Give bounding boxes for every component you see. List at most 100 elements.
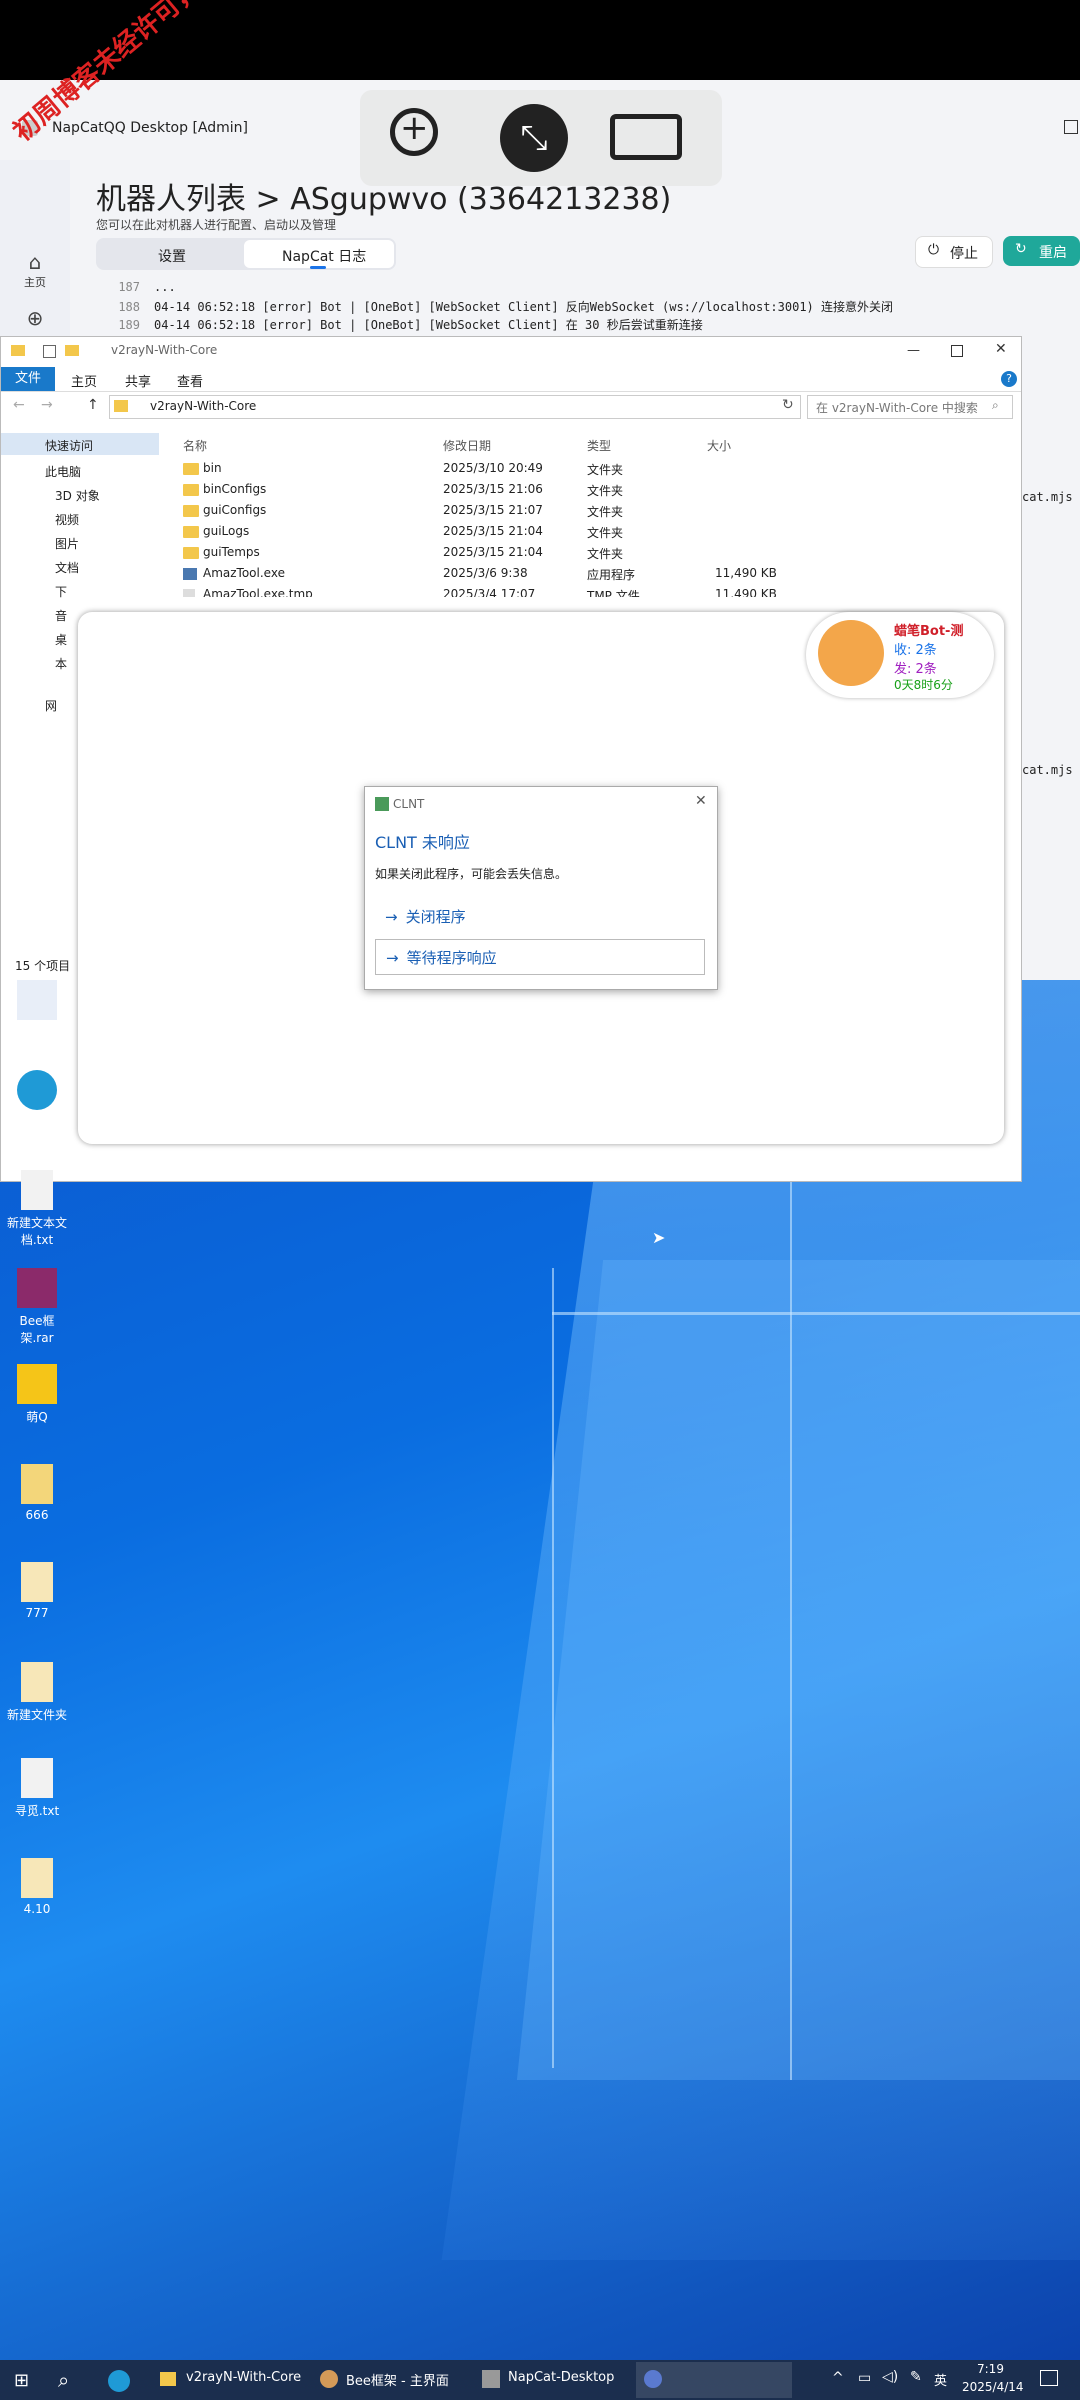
search-icon: ⌕ <box>992 398 999 412</box>
maximize-icon[interactable] <box>1064 120 1078 134</box>
minimize-icon[interactable]: — <box>907 343 920 358</box>
nav-item-3d[interactable]: 3D 对象 <box>55 487 100 504</box>
bot-send: 发: 2条 <box>894 662 937 677</box>
column-headers: 名称 修改日期 类型 大小 <box>177 433 997 457</box>
help-icon[interactable]: ? <box>1001 371 1017 387</box>
list-item[interactable]: AmazTool.exe 2025/3/6 9:38 应用程序 11,490 KB <box>177 564 797 584</box>
nav-item-quick-access[interactable]: 快速访问 <box>45 437 93 454</box>
column-date[interactable]: 修改日期 <box>443 437 491 454</box>
stop-button-label: 停止 <box>950 246 978 262</box>
list-item[interactable]: bin 2025/3/10 20:49 文件夹 <box>177 459 797 479</box>
column-type[interactable]: 类型 <box>587 437 611 454</box>
checkbox-icon[interactable] <box>43 345 56 358</box>
desktop-icon-edge[interactable]: Microsoft Edge <box>4 1070 70 1142</box>
sidebar-item-home[interactable]: ⌂ 主页 <box>10 250 60 290</box>
file-icon <box>183 589 195 597</box>
ime-indicator[interactable]: 英 <box>934 2370 947 2389</box>
taskbar-item-bee[interactable]: Bee框架 - 主界面 <box>346 2370 449 2389</box>
wait-program-button[interactable]: → 等待程序响应 <box>375 939 705 975</box>
stop-button[interactable]: ⏻ 停止 <box>915 236 993 268</box>
list-item[interactable]: AmazTool.exe.tmp 2025/3/4 17:07 TMP 文件 11,4… <box>177 585 797 597</box>
ribbon-tab-share[interactable]: 共享 <box>125 371 151 390</box>
tab-settings[interactable]: 设置 <box>158 246 186 266</box>
search-icon[interactable]: ⌕ <box>58 2368 69 2392</box>
window-grid-line <box>552 1268 554 2068</box>
nav-item-local-disk[interactable]: 本 <box>55 655 67 672</box>
desktop-icon-label: 新建文件夹 <box>6 1708 67 1722</box>
bot-avatar <box>818 620 884 686</box>
nav-item-music[interactable]: 音 <box>55 607 67 624</box>
nav-item-desktop[interactable]: 桌 <box>55 631 67 648</box>
forward-icon[interactable]: → <box>41 397 53 413</box>
power-icon: ⏻ <box>928 242 940 258</box>
up-icon[interactable]: ↑ <box>87 397 99 413</box>
refresh-icon[interactable]: ↻ <box>782 397 794 413</box>
clnt-taskbar-icon <box>644 2370 662 2388</box>
remote-connection-icon[interactable]: ⤡ <box>500 104 568 172</box>
taskbar-item-explorer[interactable]: v2rayN-With-Core <box>186 2370 301 2385</box>
address-bar[interactable]: v2rayN-With-Core ↻ <box>109 395 801 419</box>
nav-item-videos[interactable]: 视频 <box>55 511 79 528</box>
tab-log[interactable]: NapCat 日志 <box>282 246 366 266</box>
desktop-icon-text-file[interactable]: 新建文本文档.txt <box>4 1170 70 1248</box>
close-icon[interactable]: ✕ <box>995 341 1007 357</box>
napcat-taskbar-icon <box>482 2370 500 2388</box>
nav-item-downloads[interactable]: 下 <box>55 583 67 600</box>
desktop-icon-win10-tool[interactable]: Win10激活用工具 <box>4 980 70 1058</box>
add-icon[interactable]: ⊕ <box>10 306 60 330</box>
desktop-icon-666[interactable]: 666 <box>4 1464 70 1522</box>
edge-icon <box>17 1070 57 1110</box>
taskbar-item-napcat[interactable]: NapCat-Desktop <box>508 2370 614 2385</box>
network-icon[interactable]: ▭ <box>858 2370 871 2386</box>
chevron-up-icon[interactable]: ^ <box>832 2370 844 2386</box>
explorer-title: v2rayN-With-Core <box>111 343 218 357</box>
start-icon[interactable]: ⊞ <box>14 2370 29 2391</box>
clock-time[interactable]: 7:19 <box>977 2362 1004 2376</box>
search-input[interactable]: 在 v2rayN-With-Core 中搜索 ⌕ <box>807 395 1013 419</box>
desktop-icon-777[interactable]: 777 <box>4 1562 70 1620</box>
bot-status-widget[interactable]: 蜡笔Bot-测 收: 2条 发: 2条 0天8时6分 <box>806 612 994 698</box>
ribbon-tab-home[interactable]: 主页 <box>71 371 97 390</box>
volume-icon[interactable]: ◁) <box>882 2369 898 2385</box>
mengq-icon <box>17 1364 57 1404</box>
log-tail-text: cat.mjs <box>1022 763 1073 777</box>
list-item[interactable]: guiTemps 2025/3/15 21:04 文件夹 <box>177 543 797 563</box>
notification-icon[interactable] <box>1040 2370 1058 2386</box>
restart-button[interactable]: ↻ 重启 <box>1003 236 1080 266</box>
nav-item-documents[interactable]: 文档 <box>55 559 79 576</box>
column-name[interactable]: 名称 <box>183 437 207 454</box>
close-program-button[interactable]: → 关闭程序 <box>375 899 705 935</box>
list-item[interactable]: guiConfigs 2025/3/15 21:07 文件夹 <box>177 501 797 521</box>
desktop-icon-xunmi-txt[interactable]: 寻觅.txt <box>4 1758 70 1819</box>
edge-taskbar-icon[interactable] <box>108 2370 130 2392</box>
pen-icon[interactable]: ✎ <box>910 2369 922 2385</box>
not-responding-dialog: CLNT ✕ CLNT 未响应 如果关闭此程序，可能会丢失信息。 → 关闭程序 →… <box>364 786 718 990</box>
back-icon[interactable]: ← <box>13 397 25 413</box>
status-item-count: 15 个项目 <box>15 959 71 973</box>
log-line: 187... <box>118 280 176 294</box>
ribbon-tab-file[interactable]: 文件 <box>1 367 55 391</box>
desktop-icon-4-10[interactable]: 4.10 <box>4 1858 70 1916</box>
maximize-icon[interactable] <box>951 345 963 357</box>
nav-item-this-pc[interactable]: 此电脑 <box>45 463 81 480</box>
folder-icon <box>183 526 199 538</box>
desktop-icon-label: 777 <box>25 1606 49 1620</box>
list-item[interactable]: guiLogs 2025/3/15 21:04 文件夹 <box>177 522 797 542</box>
log-line: 189 04-14 06:52:18 [error] Bot | [OneBot]… <box>118 318 703 332</box>
close-icon[interactable]: ✕ <box>695 793 707 809</box>
ribbon-tab-view[interactable]: 查看 <box>177 371 203 390</box>
column-size[interactable]: 大小 <box>707 437 731 454</box>
nav-item-network[interactable]: 网 <box>45 697 57 714</box>
desktop-icon-mengq[interactable]: 萌Q <box>4 1364 70 1425</box>
nav-item-pictures[interactable]: 图片 <box>55 535 79 552</box>
folder-icon <box>11 345 25 356</box>
clock-date[interactable]: 2025/4/14 <box>962 2380 1024 2394</box>
list-item[interactable]: binConfigs 2025/3/15 21:06 文件夹 <box>177 480 797 500</box>
address-text: v2rayN-With-Core <box>150 399 257 413</box>
desktop-icon-new-folder[interactable]: 新建文件夹 <box>4 1662 70 1723</box>
bot-recv: 收: 2条 <box>894 643 937 658</box>
keyboard-icon[interactable] <box>610 114 682 160</box>
dialog-caption: CLNT <box>393 797 425 811</box>
desktop-icon-bee-rar[interactable]: Bee框架.rar <box>4 1268 70 1346</box>
taskbar: ⊞ ⌕ v2rayN-With-Core Bee框架 - 主界面 NapCat-… <box>0 2360 1080 2400</box>
